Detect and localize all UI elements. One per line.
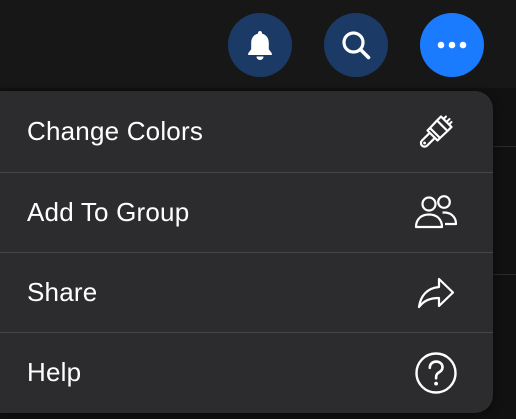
notifications-button[interactable]	[228, 13, 292, 77]
search-icon	[340, 29, 372, 61]
options-menu: Change Colors Add To Group Share Help	[0, 91, 493, 413]
question-circle-icon	[413, 350, 459, 396]
menu-item-share[interactable]: Share	[0, 252, 493, 332]
menu-item-label: Add To Group	[27, 197, 190, 227]
menu-item-label: Help	[27, 357, 82, 387]
more-options-button[interactable]	[420, 13, 484, 77]
menu-item-add-to-group[interactable]: Add To Group	[0, 172, 493, 252]
menu-item-help[interactable]: Help	[0, 332, 493, 412]
background-divider	[492, 274, 516, 275]
menu-item-label: Share	[27, 277, 98, 307]
search-button[interactable]	[324, 13, 388, 77]
background-divider	[492, 146, 516, 147]
people-icon	[413, 190, 459, 236]
menu-item-label: Change Colors	[27, 116, 204, 146]
bell-icon	[245, 29, 275, 61]
menu-item-change-colors[interactable]: Change Colors	[0, 91, 493, 172]
more-horizontal-icon	[437, 41, 467, 49]
share-arrow-icon	[413, 270, 459, 316]
paintbrush-icon	[413, 109, 459, 155]
